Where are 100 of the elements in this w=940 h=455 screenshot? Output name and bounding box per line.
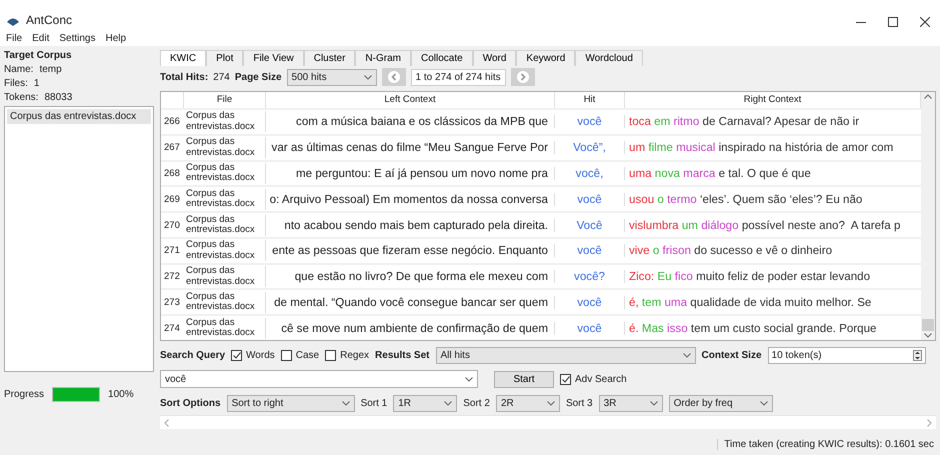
spin-arrows-icon xyxy=(912,350,922,360)
page-size-label: Page Size xyxy=(234,72,282,82)
checkbox-label: Adv Search xyxy=(575,374,627,384)
sort-options-label: Sort Options xyxy=(160,398,221,408)
menu-item[interactable]: Edit xyxy=(32,32,50,44)
menu-item[interactable]: Settings xyxy=(59,32,96,44)
field-value: 88033 xyxy=(44,92,72,103)
column-header[interactable]: Left Context xyxy=(266,92,555,108)
right-context-cell-text: vislumbra um diálogo possível neste ano? A tarefa p xyxy=(628,218,902,232)
page-range: 1 to 274 of 274 hits xyxy=(410,68,506,86)
chevron-left-icon xyxy=(164,418,169,426)
menu-item[interactable]: Help xyxy=(106,32,126,44)
sort-level-dropdown[interactable]: 3R xyxy=(598,394,663,412)
field-value: 1 xyxy=(34,78,40,89)
hit-cell: você xyxy=(555,192,625,206)
sort-mode-dropdown[interactable]: Sort to right xyxy=(226,394,355,412)
column-header[interactable]: File xyxy=(184,92,266,108)
left-context-cell: de mental. “Quando você consegue bancar ser quem xyxy=(266,296,555,309)
chevron-down-icon xyxy=(682,352,690,358)
right-context-cell-text: uma nova marca e tal. O que é que xyxy=(628,166,812,180)
checkbox[interactable] xyxy=(560,374,571,384)
file-cell: Corpus das entrevistas.docx xyxy=(184,162,266,184)
chevron-down-icon xyxy=(546,400,555,406)
chevron-down-icon xyxy=(342,400,350,406)
arrow-right-icon xyxy=(516,71,529,83)
context-size-spinbox[interactable]: 10 token(s) xyxy=(768,346,926,364)
hit-cell: você, xyxy=(555,166,625,180)
panel-heading: Target Corpus xyxy=(4,50,73,61)
horizontal-scrollbar[interactable] xyxy=(160,415,936,429)
tab[interactable]: File View xyxy=(243,50,304,66)
tab[interactable]: Cluster xyxy=(304,50,356,66)
row-number: 267 xyxy=(163,142,181,154)
menu-item[interactable]: File xyxy=(6,32,22,44)
column-header[interactable]: Hit xyxy=(555,92,625,108)
sort-level-dropdown[interactable]: 1R xyxy=(393,394,458,412)
context-size-label: Context Size xyxy=(702,350,762,360)
checkbox[interactable] xyxy=(325,350,336,360)
start-button[interactable]: Start xyxy=(494,370,554,388)
file-cell: Corpus das entrevistas.docx xyxy=(184,292,266,313)
close-icon[interactable] xyxy=(920,17,930,27)
sort-level-dropdown[interactable]: 2R xyxy=(496,394,560,412)
right-context-cell-text: é. Mas isso tem um custo social grande. Porque xyxy=(628,322,878,335)
right-context-cell-text: usou o termo ‘eles’. Quem são ‘eles’? Eu não xyxy=(628,192,864,206)
chevron-down-icon xyxy=(364,74,372,80)
file-cell: Corpus das entrevistas.docx xyxy=(184,266,266,288)
sort-level-label: Sort 1 xyxy=(360,398,388,408)
hit-cell: você xyxy=(555,296,625,309)
chevron-down-icon xyxy=(760,400,768,406)
left-context-cell: ente as pessoas que fizeram esse negócio. Enquanto xyxy=(266,244,555,258)
file-cell: Corpus das entrevistas.docx xyxy=(184,111,266,132)
right-context-cell-text: toca em ritmo de Carnaval? Apesar de não ir xyxy=(628,115,860,128)
search-field[interactable]: você xyxy=(160,370,478,388)
checkbox[interactable] xyxy=(231,350,242,360)
right-context-cell-text: vive o frison do sucesso e vê o dinheiro xyxy=(628,244,834,258)
hit-cell: Você”, xyxy=(555,141,625,154)
right-context-cell-text: Zico: Eu fico muito feliz de poder estar levando xyxy=(628,270,872,284)
left-context-cell: nto acabou sendo mais bem capturado pela direita. xyxy=(266,218,555,232)
scrollbar-thumb[interactable] xyxy=(922,319,934,331)
results-set-dropdown[interactable]: All hits xyxy=(436,346,696,364)
left-context-cell: me perguntou: E aí já pensou um novo nome pra xyxy=(266,166,555,180)
tab[interactable]: KWIC xyxy=(160,50,206,66)
chevron-right-icon xyxy=(927,418,932,426)
checkbox[interactable] xyxy=(280,350,292,360)
window-title: AntConc xyxy=(26,13,72,27)
row-number: 269 xyxy=(163,194,181,205)
hit-cell: você xyxy=(555,115,625,128)
field-label: Files: xyxy=(4,78,28,89)
page-size-dropdown[interactable]: 500 hits xyxy=(286,68,377,86)
tab[interactable]: Wordcloud xyxy=(575,50,643,66)
row-number: 266 xyxy=(163,116,181,128)
hit-cell: você xyxy=(555,244,625,258)
tab[interactable]: Plot xyxy=(206,50,244,66)
order-dropdown[interactable]: Order by freq xyxy=(668,394,773,412)
tab[interactable]: Word xyxy=(472,50,516,66)
hits-count: 274 xyxy=(213,72,230,82)
arrow-left-icon xyxy=(388,71,400,83)
tab[interactable]: Collocate xyxy=(410,50,473,66)
row-number: 274 xyxy=(163,322,181,334)
results-set-label: Results Set xyxy=(375,350,430,360)
left-context-cell: cê se move num ambiente de confirmação de quem xyxy=(266,322,555,335)
row-number: 272 xyxy=(163,271,181,282)
file-cell: Corpus das entrevistas.docx xyxy=(184,318,266,339)
search-query-label: Search Query xyxy=(160,350,226,360)
checkbox-label: Regex xyxy=(340,350,370,360)
vertical-scrollbar[interactable] xyxy=(921,92,935,340)
maximize-icon[interactable] xyxy=(888,17,898,27)
checkmark-icon xyxy=(232,352,241,358)
chevron-down-icon xyxy=(444,400,452,406)
row-number: 273 xyxy=(163,296,181,308)
right-context-cell-text: um filme musical inspirado na história de amor com xyxy=(628,141,894,154)
tab[interactable]: N-Gram xyxy=(355,50,411,66)
chevron-down-icon xyxy=(650,400,658,406)
file-list-item[interactable]: Corpus das entrevistas.docx xyxy=(7,109,151,124)
left-context-cell: com a música baiana e os clássicos da MPB que xyxy=(266,115,555,128)
file-cell: Corpus das entrevistas.docx xyxy=(184,188,266,210)
sort-level-label: Sort 2 xyxy=(463,398,490,408)
sort-level-label: Sort 3 xyxy=(566,398,593,408)
tab[interactable]: Keyword xyxy=(516,50,576,66)
row-number: 270 xyxy=(163,220,181,231)
checkbox-label: Case xyxy=(296,350,320,360)
